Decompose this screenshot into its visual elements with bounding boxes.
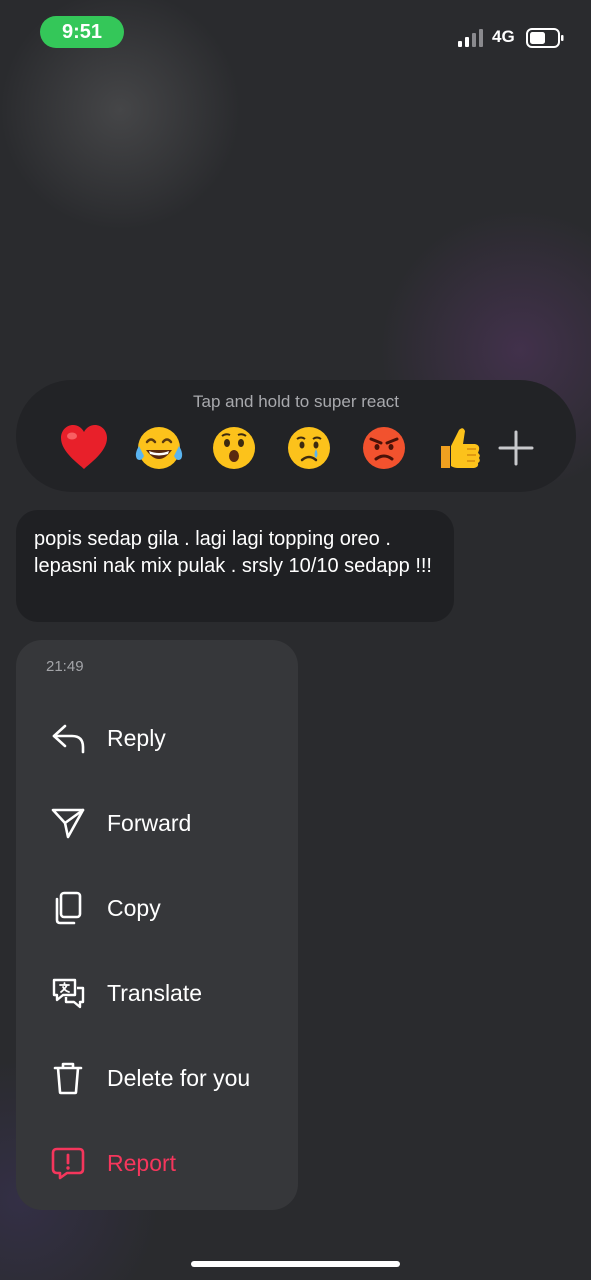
emoji-row (46, 420, 496, 476)
copy-label: Copy (107, 895, 161, 921)
translate-button[interactable]: Translate (16, 958, 298, 1028)
surprised-face-emoji[interactable] (196, 420, 271, 476)
reply-button[interactable]: Reply (16, 703, 298, 773)
clock-pill[interactable]: 9:51 (40, 16, 124, 48)
report-label: Report (107, 1150, 177, 1176)
delete-for-you-button[interactable]: Delete for you (16, 1043, 298, 1113)
copy-icon (55, 891, 82, 925)
message-actions-menu: 21:49 Reply Forward Copy Translate Delet… (16, 640, 298, 1210)
tears-of-joy-emoji[interactable] (121, 420, 196, 476)
crying-face-emoji[interactable] (271, 420, 346, 476)
message-text: popis sedap gila . lagi lagi topping ore… (34, 528, 432, 577)
delete-label: Delete for you (107, 1065, 251, 1091)
status-bar: 9:51 4G (0, 0, 591, 70)
forward-label: Forward (107, 810, 192, 836)
message-bubble: popis sedap gila . lagi lagi topping ore… (16, 510, 454, 622)
message-timestamp: 21:49 (46, 658, 84, 675)
super-react-hint: Tap and hold to super react (192, 392, 400, 411)
copy-button[interactable]: Copy (16, 873, 298, 943)
reaction-bar: Tap and hold to super react (16, 380, 576, 492)
clock-time: 9:51 (61, 20, 103, 43)
angry-face-emoji[interactable] (346, 420, 421, 476)
network-type: 4G (492, 27, 515, 46)
reply-label: Reply (107, 725, 166, 751)
red-heart-emoji[interactable] (46, 420, 121, 476)
home-indicator[interactable] (191, 1261, 400, 1267)
reply-icon (52, 724, 85, 754)
trash-icon (53, 1062, 83, 1095)
translate-icon (52, 978, 85, 1009)
report-icon (51, 1147, 85, 1180)
thumbs-up-emoji[interactable] (421, 420, 496, 476)
battery-icon (526, 28, 564, 48)
send-icon (51, 808, 85, 839)
report-button[interactable]: Report (16, 1128, 298, 1198)
cellular-signal-icon (458, 29, 483, 47)
plus-icon[interactable] (496, 428, 536, 468)
translate-label: Translate (107, 980, 203, 1006)
forward-button[interactable]: Forward (16, 788, 298, 858)
